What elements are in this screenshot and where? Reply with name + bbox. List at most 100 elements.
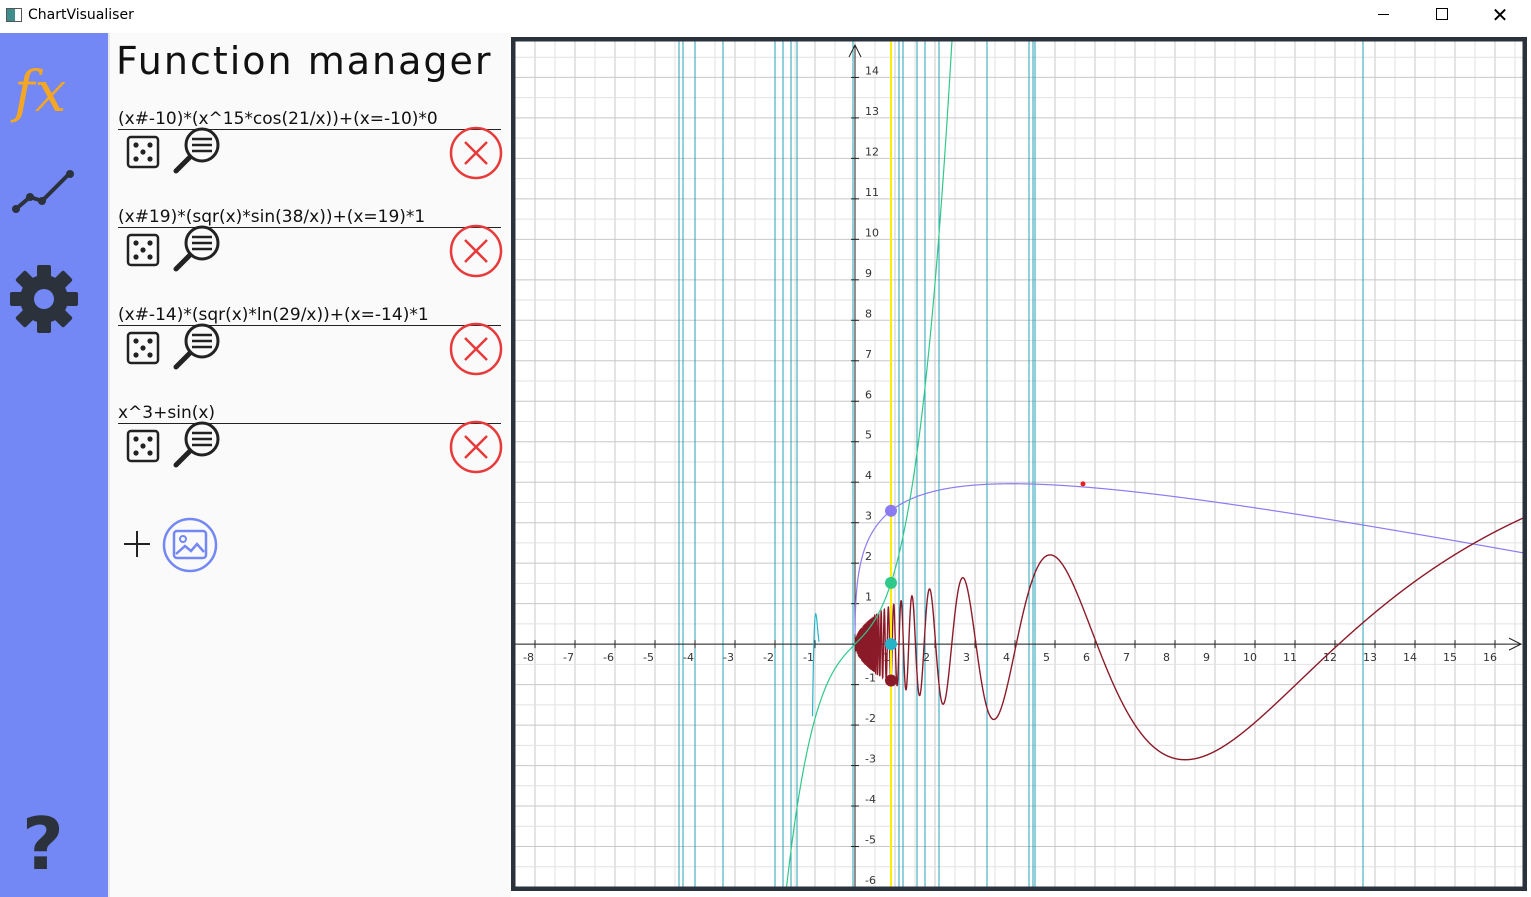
add-function-button[interactable]: [122, 529, 152, 559]
magnifier-list-icon: [173, 323, 220, 370]
x-tick-label: 6: [1083, 651, 1090, 664]
x-tick-label: -4: [683, 651, 694, 664]
analyze-function-button[interactable]: [170, 421, 222, 469]
cursor-point-cubic[interactable]: [885, 576, 897, 589]
line-chart-icon: [12, 170, 74, 213]
image-icon: [162, 517, 218, 573]
chart-view[interactable]: -8 -7 -6 -5 -4 -3 -2 -1 1 2 3 4 5 6 7 8 9 10 11 12 13 14 15 16-…: [510, 2, 1528, 897]
y-tick-label: 2: [865, 550, 872, 563]
y-tick-label: 3: [865, 510, 872, 523]
x-tick-label: -8: [523, 651, 534, 664]
sidebar: fx ?: [0, 33, 108, 897]
fx-icon: fx: [10, 60, 66, 125]
y-tick-label: 4: [865, 469, 872, 482]
close-window-button[interactable]: ✕: [1471, 0, 1529, 32]
function-item: (x#-14)*(sqr(x)*ln(29/x))+(x=-14)*1: [118, 305, 503, 403]
close-icon: ✕: [1491, 3, 1509, 27]
x-tick-label: 16: [1483, 651, 1497, 664]
function-item: (x#19)*(sqr(x)*sin(38/x))+(x=19)*1: [118, 207, 503, 305]
chart-canvas[interactable]: -8 -7 -6 -5 -4 -3 -2 -1 1 2 3 4 5 6 7 8 9 10 11 12 13 14 15 16-…: [510, 2, 1528, 897]
sidebar-item-charts[interactable]: [8, 151, 84, 227]
y-tick-label: -5: [865, 834, 876, 847]
import-image-button[interactable]: [162, 517, 218, 573]
function-manager-panel: Function manager (x#-10)*(x^15*cos(21/x)…: [110, 33, 511, 897]
y-tick-label: 9: [865, 267, 872, 280]
y-tick-label: 13: [865, 105, 879, 118]
x-tick-label: 7: [1123, 651, 1130, 664]
magnifier-list-icon: [173, 127, 220, 174]
cursor-point-ln[interactable]: [885, 504, 897, 517]
x-tick-label: -3: [723, 651, 734, 664]
x-tick-label: -5: [643, 651, 654, 664]
y-tick-label: 6: [865, 388, 872, 401]
plus-icon: [124, 531, 150, 557]
randomize-color-button[interactable]: [126, 331, 160, 365]
y-tick-label: 7: [865, 348, 872, 361]
x-tick-label: 15: [1443, 651, 1457, 664]
magnifier-list-icon: [173, 225, 220, 272]
delete-function-button[interactable]: [448, 223, 504, 279]
delete-function-button[interactable]: [448, 125, 504, 181]
sidebar-item-functions[interactable]: fx: [8, 51, 84, 127]
analyze-function-button[interactable]: [170, 323, 222, 371]
title-bar: ChartVisualiser ✕: [0, 0, 1531, 32]
cursor-point-cos[interactable]: [885, 638, 897, 651]
dice-icon: [126, 331, 160, 365]
gear-icon: [10, 265, 78, 333]
y-tick-label: -6: [865, 874, 876, 887]
x-tick-label: 13: [1363, 651, 1377, 664]
delete-function-button[interactable]: [448, 419, 504, 475]
y-tick-label: 8: [865, 307, 872, 320]
maximum-marker: [1080, 481, 1086, 487]
dice-icon: [126, 233, 160, 267]
analyze-function-button[interactable]: [170, 127, 222, 175]
x-tick-label: 4: [1003, 651, 1010, 664]
randomize-color-button[interactable]: [126, 233, 160, 267]
x-tick-label: 5: [1043, 651, 1050, 664]
page-title: Function manager: [116, 39, 493, 83]
minimize-icon: [1378, 14, 1389, 15]
x-tick-label: -7: [563, 651, 574, 664]
function-item: x^3+sin(x): [118, 403, 503, 501]
y-tick-label: 12: [865, 145, 879, 158]
y-tick-label: -2: [865, 712, 876, 725]
randomize-color-button[interactable]: [126, 429, 160, 463]
function-item: (x#-10)*(x^15*cos(21/x))+(x=-10)*0: [118, 109, 503, 207]
delete-x-icon: [449, 420, 503, 474]
delete-x-icon: [449, 126, 503, 180]
analyze-function-button[interactable]: [170, 225, 222, 273]
minimize-button[interactable]: [1355, 0, 1413, 32]
y-tick-label: 11: [865, 186, 879, 199]
x-tick-label: 14: [1403, 651, 1417, 664]
x-tick-label: 8: [1163, 651, 1170, 664]
help-icon-label: ?: [22, 803, 64, 879]
x-tick-label: -1: [803, 651, 814, 664]
randomize-color-button[interactable]: [126, 135, 160, 169]
delete-x-icon: [449, 224, 503, 278]
y-tick-label: 14: [865, 64, 879, 77]
y-tick-label: 1: [865, 591, 872, 604]
maximize-button[interactable]: [1413, 0, 1471, 32]
delete-x-icon: [449, 322, 503, 376]
maximize-icon: [1436, 8, 1448, 20]
cursor-point-sin[interactable]: [885, 674, 897, 687]
fx-icon-label: fx: [10, 60, 66, 125]
window-title: ChartVisualiser: [28, 7, 134, 23]
delete-function-button[interactable]: [448, 321, 504, 377]
sidebar-item-help[interactable]: ?: [8, 802, 84, 886]
dice-icon: [126, 429, 160, 463]
sidebar-item-settings[interactable]: [8, 259, 84, 335]
x-tick-label: 3: [963, 651, 970, 664]
magnifier-list-icon: [173, 421, 220, 468]
y-tick-label: -4: [865, 793, 876, 806]
app-icon: [6, 8, 22, 22]
help-icon: ?: [22, 802, 64, 886]
y-tick-label: -1: [865, 672, 876, 685]
x-tick-label: 9: [1203, 651, 1210, 664]
y-tick-label: 5: [865, 429, 872, 442]
x-tick-label: 11: [1283, 651, 1297, 664]
x-tick-label: 10: [1243, 651, 1257, 664]
x-tick-label: -2: [763, 651, 774, 664]
y-tick-label: 10: [865, 226, 879, 239]
x-tick-label: -6: [603, 651, 614, 664]
